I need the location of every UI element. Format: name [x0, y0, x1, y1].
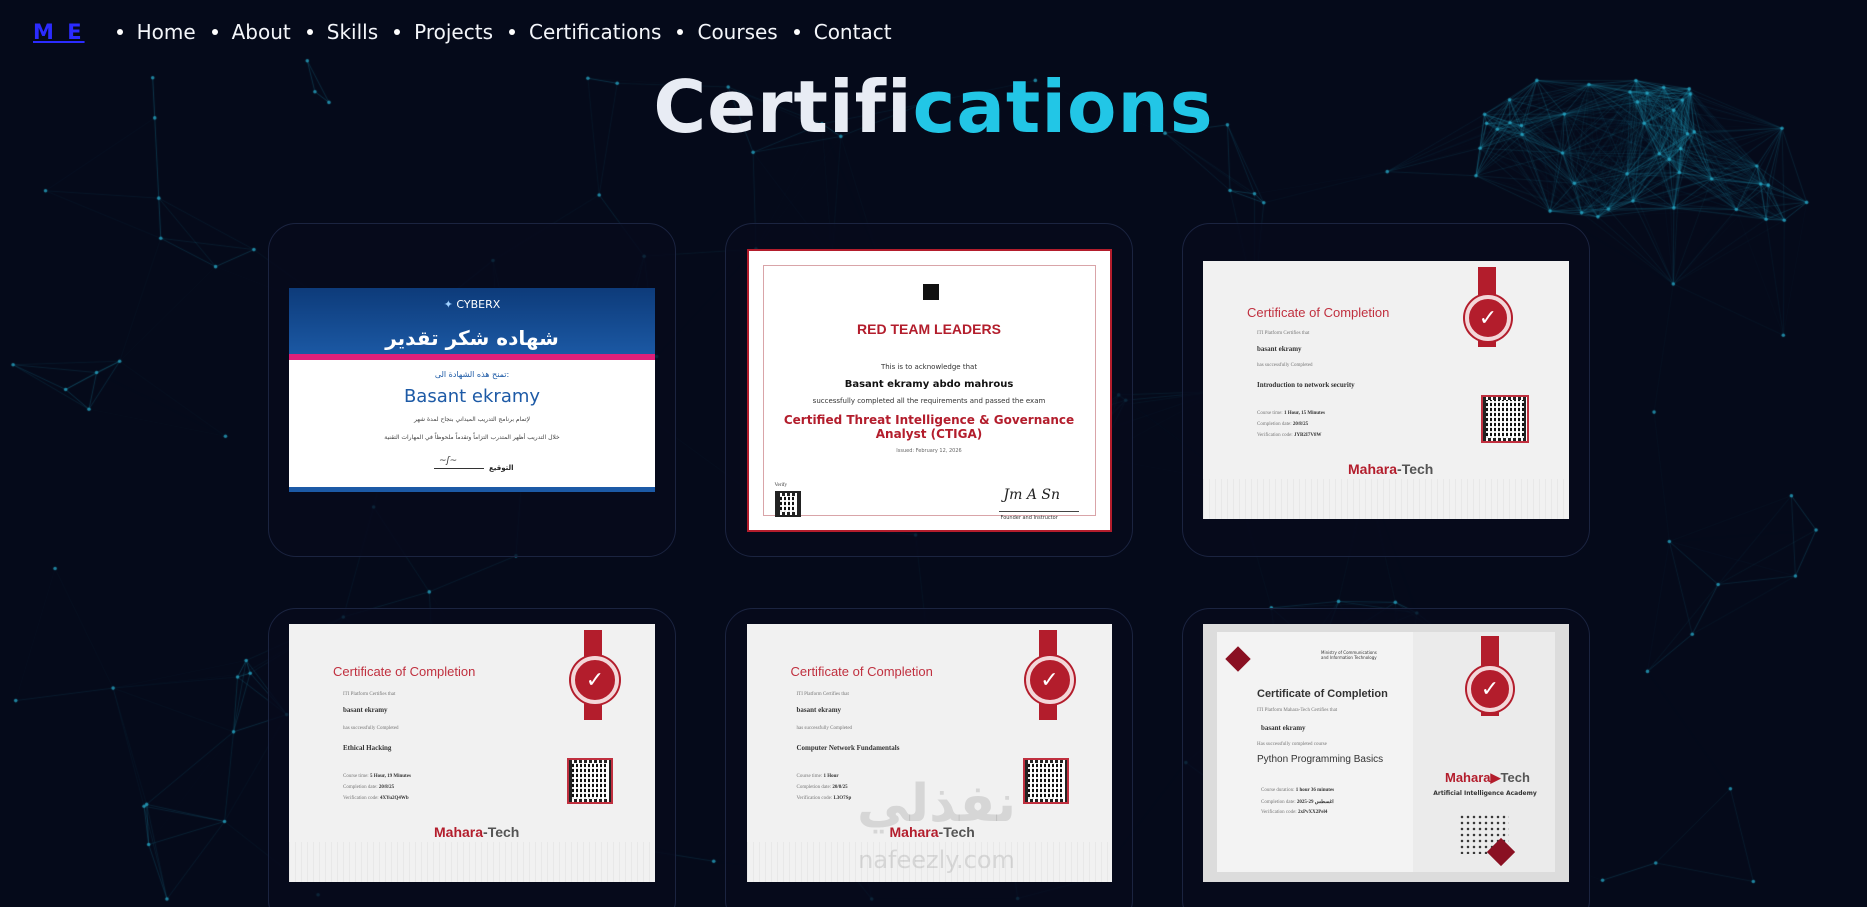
cert-course: Computer Network Fundamentals — [796, 744, 900, 752]
page-title: Certifications — [653, 65, 1214, 149]
watermark-url: nafeezly.com — [858, 846, 1015, 874]
redteam-course: Certified Threat Intelligence & Governan… — [783, 412, 1075, 441]
cert-heading: Certificate of Completion — [333, 664, 476, 679]
cert-heading: Certificate of Completion — [1247, 305, 1390, 320]
top-navigation: M E Home About Skills Projects Certifica… — [0, 0, 1867, 64]
cert-name: basant ekramy — [796, 706, 842, 714]
cyberx-brand: ✦ CYBERX — [443, 298, 501, 311]
cert-card-network-fundamentals[interactable]: Certificate of Completion ITI Platform C… — [725, 608, 1133, 907]
cert-image-redteam: RED TEAM LEADERS This is to acknowledge … — [746, 248, 1112, 532]
bullet-icon — [793, 29, 800, 35]
redteam-title: RED TEAM LEADERS — [857, 320, 1001, 337]
cert-course: Introduction to network security — [1257, 381, 1355, 389]
cert-name: basant ekramy — [1261, 724, 1306, 732]
cert-footer-stripe — [289, 487, 655, 492]
redteam-signer: Founder and Instructor — [1000, 514, 1058, 521]
cert-completed: has successfully Completed — [343, 726, 399, 731]
qr-code-icon — [567, 758, 613, 804]
nav-item-certifications[interactable]: Certifications — [509, 20, 661, 44]
cert-card-network-security[interactable]: Certificate of Completion ITI Platform C… — [1182, 223, 1590, 557]
cert-card-ethical-hacking[interactable]: Certificate of Completion ITI Platform C… — [268, 608, 676, 907]
mahara-tech-logo: Mahara-Tech — [434, 824, 520, 840]
cert-platform: ITI Platform Certifies that — [343, 692, 396, 697]
redteam-ack: This is to acknowledge that — [880, 362, 978, 371]
redteam-name: Basant ekramy abdo mahrous — [844, 378, 1014, 390]
nav-item-about[interactable]: About — [211, 20, 291, 44]
nav-item-skills[interactable]: Skills — [306, 20, 378, 44]
cert-stripe — [289, 354, 655, 360]
nav-item-projects[interactable]: Projects — [394, 20, 493, 44]
cert-platform: ITI Platform Mahara-Tech Certifies that — [1257, 708, 1338, 713]
cert-name: basant ekramy — [343, 706, 388, 714]
cyberx-sign-label: التوقيع — [489, 464, 514, 472]
logo-link[interactable]: M E — [33, 20, 85, 44]
cert-image-network-fundamentals: Certificate of Completion ITI Platform C… — [746, 624, 1112, 882]
signature-line — [998, 510, 1079, 512]
cert-image-python: Ministry of Communications and Informati… — [1203, 624, 1569, 882]
cyberx-line1: لإتمام برنامج التدريب الميداني بنجاح لمد… — [413, 416, 531, 423]
nav-item-contact[interactable]: Contact — [793, 20, 892, 44]
signature: ~ʃ~ — [439, 456, 458, 466]
cert-card-cyberx[interactable]: ✦ CYBERX شهاده شكر تقدير تمنح هذه الشهاد… — [268, 223, 676, 557]
cyberx-heading: شهاده شكر تقدير — [385, 326, 559, 350]
signature-line — [434, 468, 484, 469]
signature: Jm A Sn — [1003, 486, 1061, 503]
cert-heading: Certificate of Completion — [1257, 688, 1388, 700]
cert-completed: has successfully Completed — [1257, 363, 1313, 368]
cyberx-line2: خلال التدريب أظهر المتدرب التزاماً وتقدم… — [384, 434, 560, 441]
bullet-icon — [211, 29, 218, 35]
bullet-icon — [509, 29, 515, 35]
cert-platform: ITI Platform Certifies that — [1257, 331, 1310, 336]
redteam-logo-icon — [922, 283, 939, 300]
cert-image-cyberx: ✦ CYBERX شهاده شكر تقدير تمنح هذه الشهاد… — [289, 288, 655, 492]
nav-item-courses[interactable]: Courses — [677, 20, 778, 44]
seal-icon: ✓ — [1467, 666, 1513, 712]
nav-list: Home About Skills Projects Certification… — [116, 20, 908, 44]
cyberx-sub: تمنح هذه الشهادة الى: — [434, 370, 510, 379]
cert-card-python[interactable]: Ministry of Communications and Informati… — [1182, 608, 1590, 907]
cert-heading: Certificate of Completion — [790, 664, 933, 679]
mahara-tech-logo: Mahara-Tech — [1348, 461, 1434, 477]
seal-icon — [1465, 295, 1511, 341]
inner-border — [762, 264, 1096, 516]
redteam-verify-label: Verify — [774, 482, 788, 488]
cert-completed: has successfully Completed — [796, 726, 853, 731]
nav-item-home[interactable]: Home — [116, 20, 196, 44]
cert-image-network-security: Certificate of Completion ITI Platform C… — [1203, 261, 1569, 519]
cyberx-name: Basant ekramy — [403, 386, 541, 407]
watermark: نفذلي — [856, 774, 1017, 834]
seal-icon — [1025, 656, 1074, 704]
cert-image-ethical-hacking: Certificate of Completion ITI Platform C… — [289, 624, 655, 882]
qr-code-icon — [774, 490, 801, 517]
seal-icon — [571, 656, 619, 704]
cert-platform: ITI Platform Certifies that — [796, 692, 849, 697]
academy-label: Artificial Intelligence Academy — [1433, 790, 1537, 797]
ministry-label: Ministry of Communications and Informati… — [1321, 650, 1377, 660]
cert-course: Ethical Hacking — [343, 744, 392, 752]
cert-completed: Has successfully completed course — [1257, 742, 1327, 747]
bullet-icon — [394, 29, 401, 35]
cert-card-redteam[interactable]: RED TEAM LEADERS This is to acknowledge … — [725, 223, 1133, 557]
bullet-icon — [306, 29, 313, 35]
redteam-issued: Issued: February 12, 2026 — [896, 447, 962, 454]
bullet-icon — [116, 29, 123, 35]
cert-course: Python Programming Basics — [1257, 754, 1384, 765]
cert-name: basant ekramy — [1257, 345, 1302, 353]
bullet-icon — [677, 29, 684, 35]
mahara-tech-logo: Mahara▶Tech — [1445, 770, 1530, 785]
redteam-completed: successfully completed all the requireme… — [812, 396, 1046, 405]
qr-code-icon — [1481, 395, 1529, 443]
cert-left-panel — [1217, 632, 1413, 872]
